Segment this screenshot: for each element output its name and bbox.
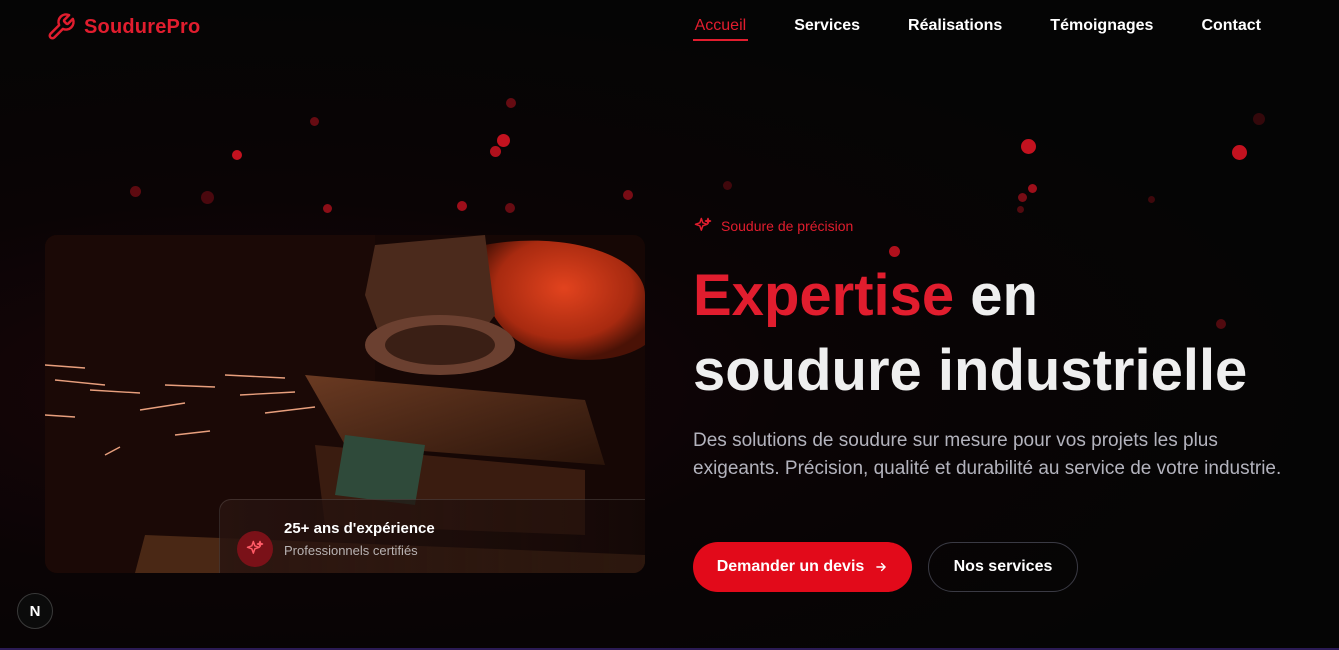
eyebrow-tag: Soudure de précision (693, 216, 853, 236)
headline-line1-rest: en (954, 263, 1038, 328)
landing-page: SoudurePro Accueil Services Réalisations… (0, 0, 1339, 650)
hero-description: Des solutions de soudure sur mesure pour… (693, 430, 1282, 479)
page-title: Expertise en soudure industrielle (693, 258, 1247, 408)
our-services-button[interactable]: Nos services (928, 542, 1078, 592)
nav-link-realisations[interactable]: Réalisations (884, 17, 1026, 35)
dev-tools-badge[interactable]: N (17, 593, 53, 629)
nav-link-contact[interactable]: Contact (1177, 17, 1285, 35)
sparkles-icon (694, 217, 712, 231)
headline-accent: Expertise (693, 263, 955, 328)
brand-logo[interactable]: SoudurePro (46, 12, 200, 42)
badge-subtitle: Professionnels certifiés (284, 543, 418, 558)
experience-badge: 25+ ans d'expérience Professionnels cert… (219, 499, 645, 573)
nav-link-accueil[interactable]: Accueil (671, 17, 771, 41)
nav-links: Accueil Services Réalisations Témoignage… (671, 17, 1285, 41)
nav-link-temoignages[interactable]: Témoignages (1026, 17, 1177, 35)
eyebrow-text: Soudure de précision (721, 218, 854, 234)
our-services-label: Nos services (953, 558, 1053, 575)
headline-line2: soudure industrielle (693, 338, 1248, 403)
nav-link-services[interactable]: Services (770, 17, 884, 35)
brand-name: SoudurePro (84, 15, 201, 38)
top-navigation: SoudurePro Accueil Services Réalisations… (0, 0, 1339, 56)
wrench-icon (48, 13, 75, 40)
request-quote-label: Demander un devis (716, 558, 865, 575)
request-quote-button[interactable]: Demander un devis (693, 542, 912, 592)
badge-title: 25+ ans d'expérience (284, 520, 435, 537)
arrow-right-icon (876, 562, 887, 572)
sparkles-icon (237, 531, 273, 567)
